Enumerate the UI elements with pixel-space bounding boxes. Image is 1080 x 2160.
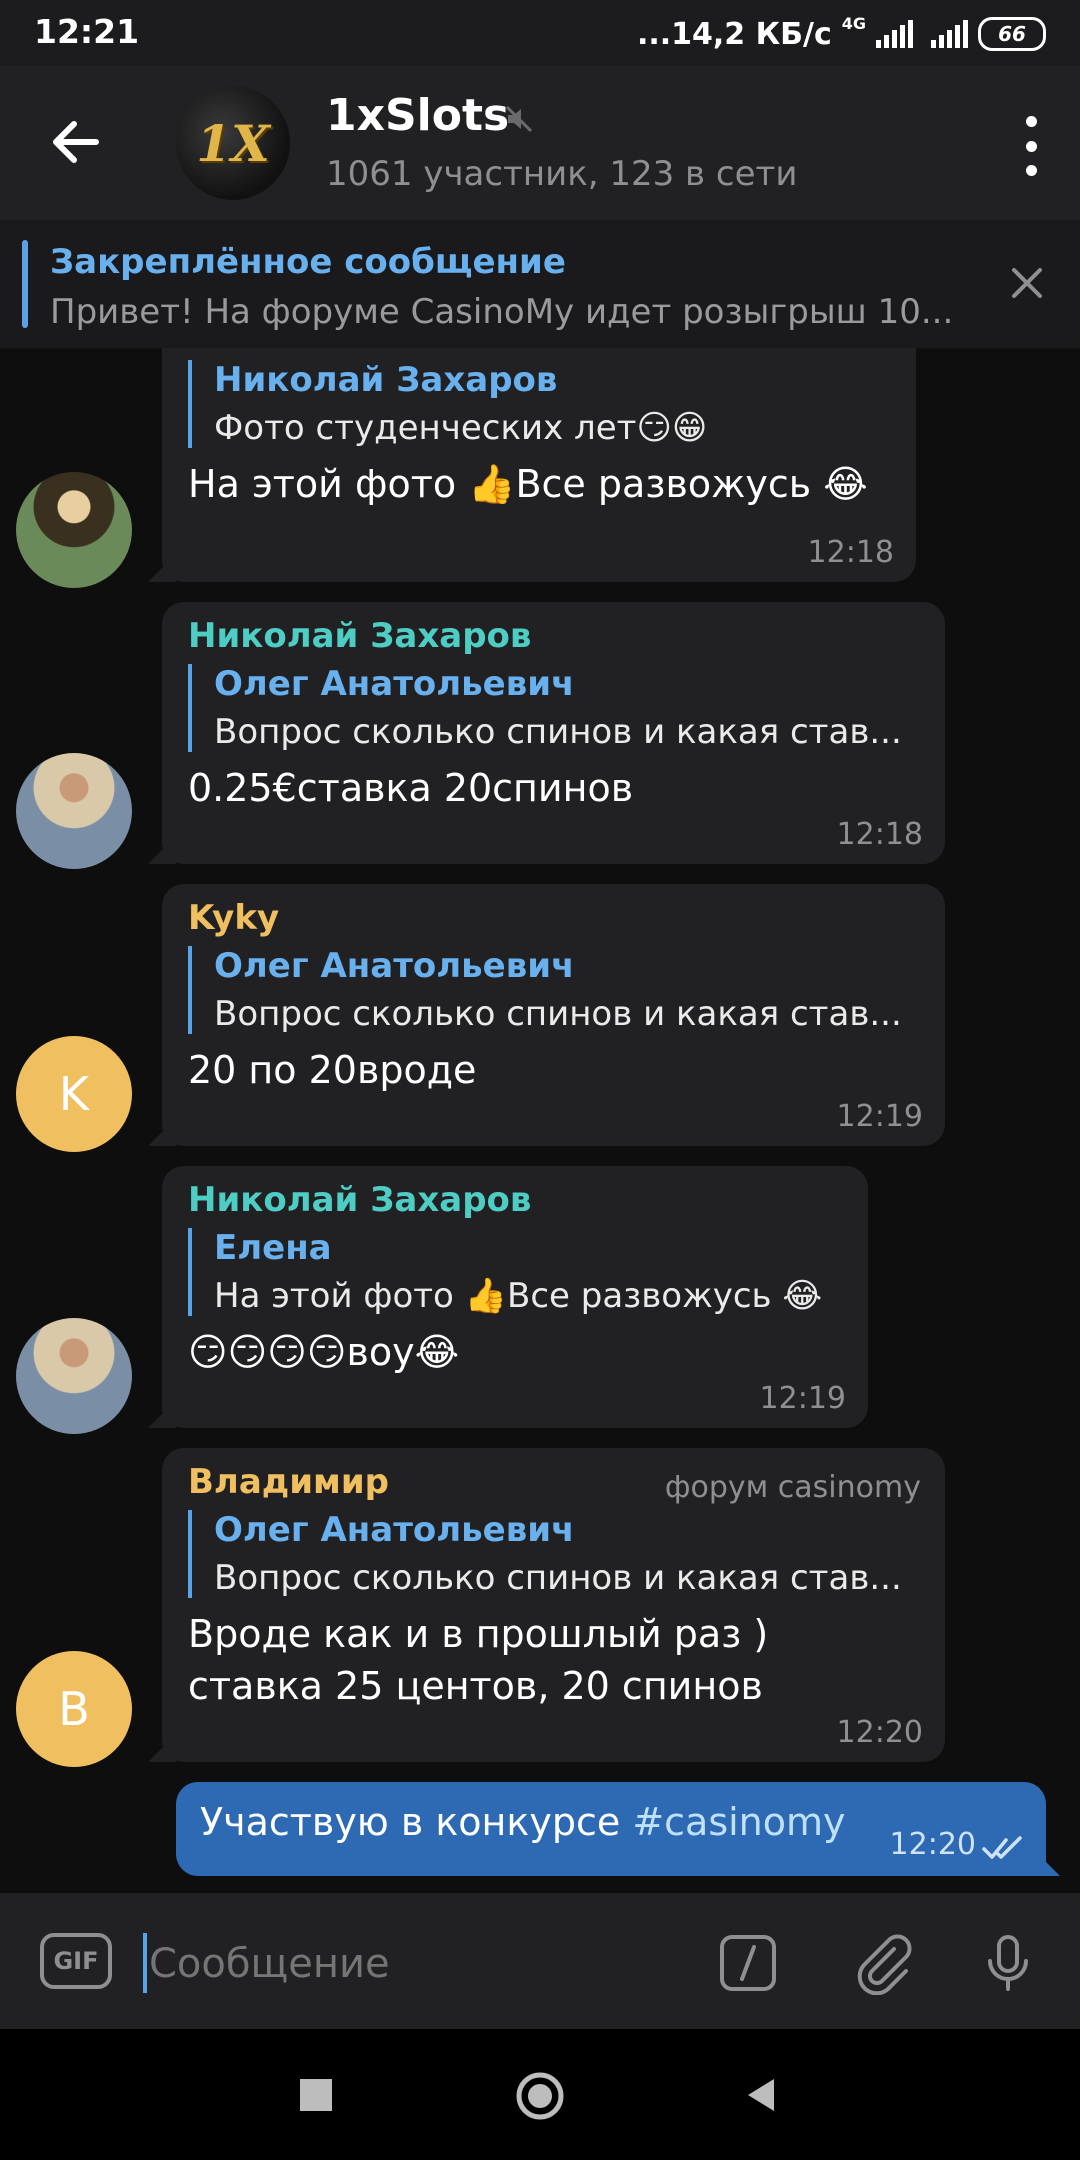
chat-avatar-logo: 1X	[196, 113, 270, 173]
message-time: 12:18	[836, 817, 923, 852]
read-checks-icon	[982, 1836, 1022, 1859]
reply-text: Фото студенческих лет😏😁	[214, 408, 708, 448]
home-icon[interactable]	[515, 2071, 565, 2121]
muted-icon	[505, 105, 533, 133]
reply-author: Олег Анатольевич	[214, 946, 575, 986]
more-menu-icon[interactable]	[1016, 116, 1046, 176]
pinned-accent-bar	[22, 240, 28, 328]
outgoing-message-bubble[interactable]: Участвую в конкурсе #casinomy 12:20	[176, 1782, 1046, 1876]
reply-author: Николай Захаров	[214, 360, 558, 400]
message-bubble[interactable]: Николай Захаров Елена На этой фото 👍Все …	[162, 1166, 868, 1428]
status-bar: 12:21 ...14,2 КБ/с 4G 66	[0, 0, 1080, 66]
network-speed: ...14,2 КБ/с	[636, 16, 832, 52]
message-bubble[interactable]: Kyky Олег Анатольевич Вопрос сколько спи…	[162, 884, 945, 1146]
reply-text: На этой фото 👍Все развожусь 😂	[214, 1276, 823, 1316]
back-arrow-icon[interactable]	[40, 106, 112, 178]
reply-text: Вопрос сколько спинов и какая став...	[214, 1558, 902, 1598]
attach-icon[interactable]	[850, 1931, 914, 1995]
message-text-line2: ставка 25 центов, 20 спинов	[188, 1664, 763, 1708]
message-bubble[interactable]: Николай Захаров Олег Анатольевич Вопрос …	[162, 602, 945, 864]
reply-quote[interactable]: Олег Анатольевич Вопрос сколько спинов и…	[188, 664, 921, 752]
gif-button[interactable]: GIF	[40, 1933, 112, 1989]
reply-author: Елена	[214, 1228, 332, 1268]
message-bubble[interactable]: Николай Захаров Фото студенческих лет😏😁 …	[162, 348, 916, 582]
sender-name[interactable]: Николай Захаров	[188, 616, 921, 656]
pinned-message[interactable]: Закреплённое сообщение Привет! На форуме…	[0, 220, 1080, 350]
network-type: 4G	[841, 14, 866, 33]
message-text-line1: Вроде как и в прошлый раз )	[188, 1612, 769, 1656]
bot-command-icon[interactable]	[716, 1931, 780, 1995]
reply-quote[interactable]: Елена На этой фото 👍Все развожусь 😂	[188, 1228, 844, 1316]
reply-author: Олег Анатольевич	[214, 664, 575, 704]
message-text: 20 по 20вроде	[188, 1048, 477, 1092]
avatar[interactable]	[16, 753, 132, 869]
reply-author: Олег Анатольевич	[214, 1510, 575, 1550]
avatar[interactable]	[16, 1318, 132, 1434]
battery-icon: 66	[978, 17, 1046, 51]
message-time: 12:18	[807, 535, 894, 570]
chat-header: 1X 1xSlots 1061 участник, 123 в сети	[0, 66, 1080, 220]
message-text: 0.25€ставка 20спинов	[188, 766, 634, 810]
message-input[interactable]	[147, 1929, 691, 1999]
chat-avatar[interactable]: 1X	[176, 86, 290, 200]
message-time: 12:20	[836, 1715, 923, 1750]
status-time: 12:21	[34, 12, 140, 51]
avatar[interactable]	[16, 472, 132, 588]
chat-members-count: 1061 участник, 123 в сети	[326, 154, 798, 194]
microphone-icon[interactable]	[976, 1931, 1040, 1995]
message-list[interactable]: Николай Захаров Фото студенческих лет😏😁 …	[0, 348, 1080, 1893]
status-indicators: ...14,2 КБ/с 4G 66	[637, 12, 1046, 56]
message-bubble[interactable]: Владимир форум casinomy Олег Анатольевич…	[162, 1448, 945, 1762]
nav-back-icon[interactable]	[742, 2075, 782, 2115]
reply-quote[interactable]: Олег Анатольевич Вопрос сколько спинов и…	[188, 946, 921, 1034]
message-input-bar: GIF	[0, 1893, 1080, 2029]
reply-text: Вопрос сколько спинов и какая став...	[214, 994, 902, 1034]
reply-quote[interactable]: Олег Анатольевич Вопрос сколько спинов и…	[188, 1510, 921, 1598]
pinned-title: Закреплённое сообщение	[50, 242, 566, 282]
reply-quote[interactable]: Николай Захаров Фото студенческих лет😏😁	[188, 360, 892, 448]
member-title-badge: форум casinomy	[664, 1470, 921, 1505]
avatar[interactable]: В	[16, 1651, 132, 1767]
message-text: 😏😏😏😏воу😂	[188, 1330, 459, 1374]
system-nav-bar	[0, 2029, 1080, 2160]
avatar[interactable]: K	[16, 1036, 132, 1152]
close-icon[interactable]	[1004, 260, 1050, 306]
sender-name[interactable]: Николай Захаров	[188, 1180, 844, 1220]
message-time: 12:19	[759, 1381, 846, 1416]
pinned-text: Привет! На форуме CasinoMy идет розыгрыш…	[50, 292, 954, 332]
chat-title[interactable]: 1xSlots	[326, 90, 509, 141]
hashtag-link[interactable]: #casinomy	[632, 1800, 845, 1844]
signal-icon-2	[931, 20, 968, 48]
reply-text: Вопрос сколько спинов и какая став...	[214, 712, 902, 752]
recents-icon[interactable]	[300, 2079, 332, 2111]
message-text: На этой фото 👍Все развожусь 😂	[188, 462, 868, 506]
message-time: 12:19	[836, 1099, 923, 1134]
sender-name[interactable]: Kyky	[188, 898, 921, 938]
signal-icon	[876, 20, 913, 48]
outgoing-message-text: Участвую в конкурсе	[200, 1800, 633, 1844]
message-time: 12:20	[889, 1827, 976, 1862]
